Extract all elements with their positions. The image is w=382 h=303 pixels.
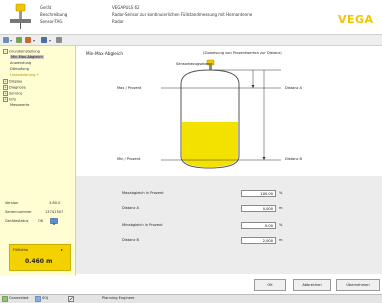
status-value: OK <box>38 219 44 223</box>
distance-b-label: Distanz B <box>285 157 303 161</box>
version-label: Version <box>5 201 19 205</box>
max-percent-field-label: Maxabgleich in Prozent <box>122 191 164 195</box>
min-percent-input[interactable] <box>241 222 276 229</box>
tree-item-linearisierung[interactable]: Linearisierung * <box>10 73 39 77</box>
arrow-head-icon <box>251 85 255 88</box>
status-monitor-icon[interactable] <box>50 218 58 225</box>
device-icon[interactable] <box>16 37 22 43</box>
expand-icon[interactable]: + <box>3 79 8 84</box>
distance-b-input[interactable] <box>241 237 276 244</box>
tree-item-diagnose[interactable]: + Diagnose <box>3 85 26 90</box>
device-info-panel: Version 3.80.0 Seriennummer 13741307 Ger… <box>0 186 76 276</box>
wrench-icon[interactable] <box>25 37 31 43</box>
device-value: VEGAPULS 62 <box>112 5 140 10</box>
grid-icon[interactable] <box>41 37 47 43</box>
expand-icon[interactable]: + <box>3 97 8 102</box>
tree-item-grundeinstellung[interactable]: − Grundeinstellung <box>3 49 40 54</box>
min-percent-label: Min / Prozent <box>117 157 141 161</box>
page-subtitle: (Zuweisung von Prozentwerten zur Distanz… <box>203 51 282 55</box>
dropdown-arrow-icon[interactable]: ▾ <box>33 38 35 43</box>
distance-b-field-label: Distanz B <box>122 238 140 242</box>
distance-a-input[interactable] <box>241 205 276 212</box>
tree-item-info[interactable]: + Info <box>3 97 16 102</box>
serial-value: 13741307 <box>45 210 64 214</box>
fill-level-value: 0.460 m <box>25 258 53 265</box>
user-role: Planning Engineer <box>102 296 135 300</box>
max-percent-label: Max / Prozent <box>117 86 142 90</box>
expand-icon[interactable]: + <box>3 85 8 90</box>
edit-icon <box>68 296 74 302</box>
cancel-button[interactable]: Abbrechen <box>293 279 331 291</box>
sensor-tag-label: Sensor-TAG <box>40 19 63 24</box>
max-percent-unit: % <box>279 191 283 195</box>
fill-level-box: Füllhöhe ▸ 0.460 m <box>9 244 71 271</box>
collapse-icon[interactable]: − <box>3 49 8 54</box>
fill-level-arrow-icon[interactable]: ▸ <box>61 247 63 252</box>
tree-item-messwerte[interactable]: Messwerte <box>10 103 29 107</box>
tree-item-service[interactable]: + Service <box>3 91 22 96</box>
arrow-icon[interactable] <box>56 37 62 43</box>
ok-button[interactable]: OK <box>254 279 286 291</box>
distance-a-label: Distanz A <box>285 86 303 90</box>
dropdown-arrow-icon[interactable]: ▾ <box>10 38 12 43</box>
distance-a-field-label: Distanz A <box>122 206 140 210</box>
sensor-tag-value: Radar <box>112 19 124 24</box>
device-status-icon <box>35 296 41 302</box>
max-percent-input[interactable] <box>241 190 276 197</box>
connection-status: Connected <box>9 296 29 300</box>
connected-icon <box>2 296 8 302</box>
fill-level-label: Füllhöhe <box>13 248 29 252</box>
sensor-reference-label: Sensorbezugsebene <box>176 62 213 66</box>
toolbar: ▾ ▾ ▾ <box>0 35 382 46</box>
arrow-head-icon <box>262 157 266 160</box>
settings-form: Maxabgleich in Prozent % Distanz A m Min… <box>76 176 382 274</box>
menu-icon[interactable] <box>3 37 9 43</box>
tree-item-anwendung[interactable]: Anwendung <box>10 61 31 65</box>
min-percent-field-label: Minabgleich in Prozent <box>122 223 163 227</box>
device-label: Gerät <box>40 5 52 10</box>
apply-button[interactable]: Übernehmen <box>336 279 380 291</box>
vega-logo: VEGA <box>338 13 374 26</box>
tree-item-daempfung[interactable]: Dämpfung <box>10 67 29 71</box>
expand-icon[interactable]: + <box>3 91 8 96</box>
page-title: Min-Max Abgleich <box>86 51 123 56</box>
tree-item-display[interactable]: + Display <box>3 79 22 84</box>
distance-b-unit: m <box>279 238 283 242</box>
sensor-device-icon <box>10 3 31 29</box>
description-value: Radar-Sensor zur kontinuierlichen Füllst… <box>112 12 253 17</box>
min-percent-unit: % <box>279 223 283 227</box>
status-label: Gerätestatus <box>5 219 29 223</box>
version-value: 3.80.0 <box>49 201 61 205</box>
tree-item-min-max-abgleich[interactable]: Min-Max-Abgleich <box>10 55 44 59</box>
dropdown-arrow-icon[interactable]: ▾ <box>49 38 51 43</box>
serial-label: Seriennummer <box>5 210 32 214</box>
distance-a-unit: m <box>279 206 283 210</box>
navigation-tree: − Grundeinstellung Min-Max-Abgleich Anwen… <box>0 46 76 186</box>
description-label: Beschreibung <box>40 12 68 17</box>
status-box-2: SOJ <box>42 296 49 300</box>
header: Gerät VEGAPULS 62 Beschreibung Radar-Sen… <box>0 0 382 35</box>
